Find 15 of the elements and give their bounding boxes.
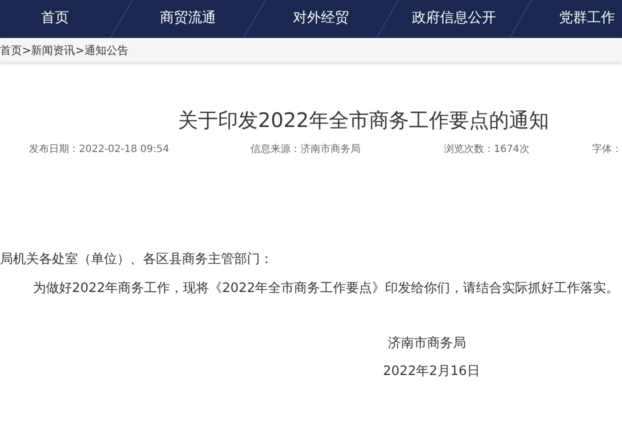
nav-link[interactable]: 对外经贸 (255, 0, 387, 38)
nav-link[interactable]: 政府信息公开 (388, 0, 520, 38)
meta-info: 信息来源：济南市商务局 (250, 142, 362, 156)
meta-info: 浏览次数：1674次 (444, 142, 530, 156)
signature: 济南市商务局 (388, 335, 467, 353)
article-title: 关于印发2022年全市商务工作要点的通知 (178, 107, 550, 134)
nav-link[interactable]: 党群工作 (521, 0, 622, 38)
meta-info: 发布日期：2022-02-18 09:54 (29, 142, 170, 156)
body-paragraph: 为做好2022年商务工作，现将《2022年全市商务工作要点》印发给你们，请结合实际抓好工作落实。 (33, 280, 620, 298)
meta-info: 字体： (592, 142, 622, 156)
breadcrumb: 首页>新闻资讯>通知公告 (0, 42, 128, 58)
nav-link[interactable]: 商贸流通 (122, 0, 254, 38)
salutation: 局机关各处室（单位）、各区县商务主管部门： (0, 251, 274, 269)
date: 2022年2月16日 (383, 363, 481, 381)
nav-link[interactable]: 首页 (0, 0, 121, 38)
